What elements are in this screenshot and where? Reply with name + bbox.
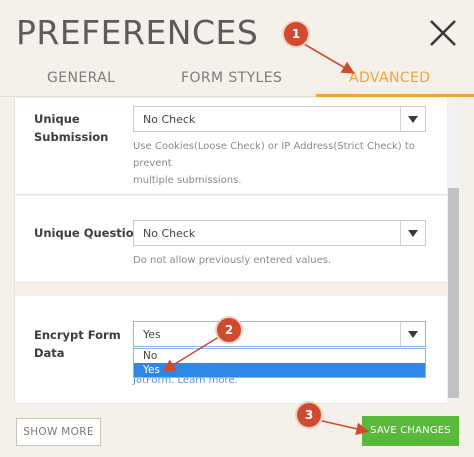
chevron-down-icon[interactable] [400,322,425,346]
chevron-down-icon[interactable] [400,221,425,245]
encrypt-form-data-value: Yes [143,328,161,341]
tab-bar: GENERAL FORM STYLES ADVANCED [0,60,474,97]
annotation-badge-2: 2 [217,318,241,342]
setting-unique-submission: Unique Submission No Check Use Cookies(L… [15,98,447,195]
tab-advanced[interactable]: ADVANCED [349,70,430,86]
page-title: PREFERENCES [16,13,259,52]
close-icon[interactable] [428,18,458,48]
unique-question-label: Unique Question [34,226,142,240]
unique-question-select[interactable]: No Check [133,220,426,246]
unique-submission-help: Use Cookies(Loose Check) or IP Address(S… [133,141,415,186]
annotation-badge-1: 1 [284,22,308,46]
header: PREFERENCES [0,0,474,60]
unique-question-help: Do not allow previously entered values. [133,255,332,266]
encrypt-form-data-select[interactable]: Yes [133,321,426,347]
scrollbar-thumb[interactable] [448,188,459,398]
save-changes-button[interactable]: SAVE CHANGES [362,416,459,446]
unique-submission-label: Unique Submission [34,112,109,144]
tab-form-styles[interactable]: FORM STYLES [181,70,282,86]
chevron-down-icon[interactable] [400,107,425,131]
encrypt-form-data-label: Encrypt Form Data [34,328,121,360]
dropdown-option-yes[interactable]: Yes [134,363,425,377]
annotation-badge-3: 3 [297,403,321,427]
unique-submission-value: No Check [143,113,196,126]
setting-unique-question: Unique Question No Check Do not allow pr… [15,196,447,283]
encrypt-options-dropdown: No Yes [133,348,426,378]
active-tab-indicator [316,94,474,97]
show-more-button[interactable]: SHOW MORE [16,418,101,446]
dropdown-option-no[interactable]: No [134,349,425,363]
footer: SHOW MORE SAVE CHANGES [0,404,474,457]
unique-submission-select[interactable]: No Check [133,106,426,132]
tab-general[interactable]: GENERAL [47,70,115,86]
unique-question-value: No Check [143,227,196,240]
